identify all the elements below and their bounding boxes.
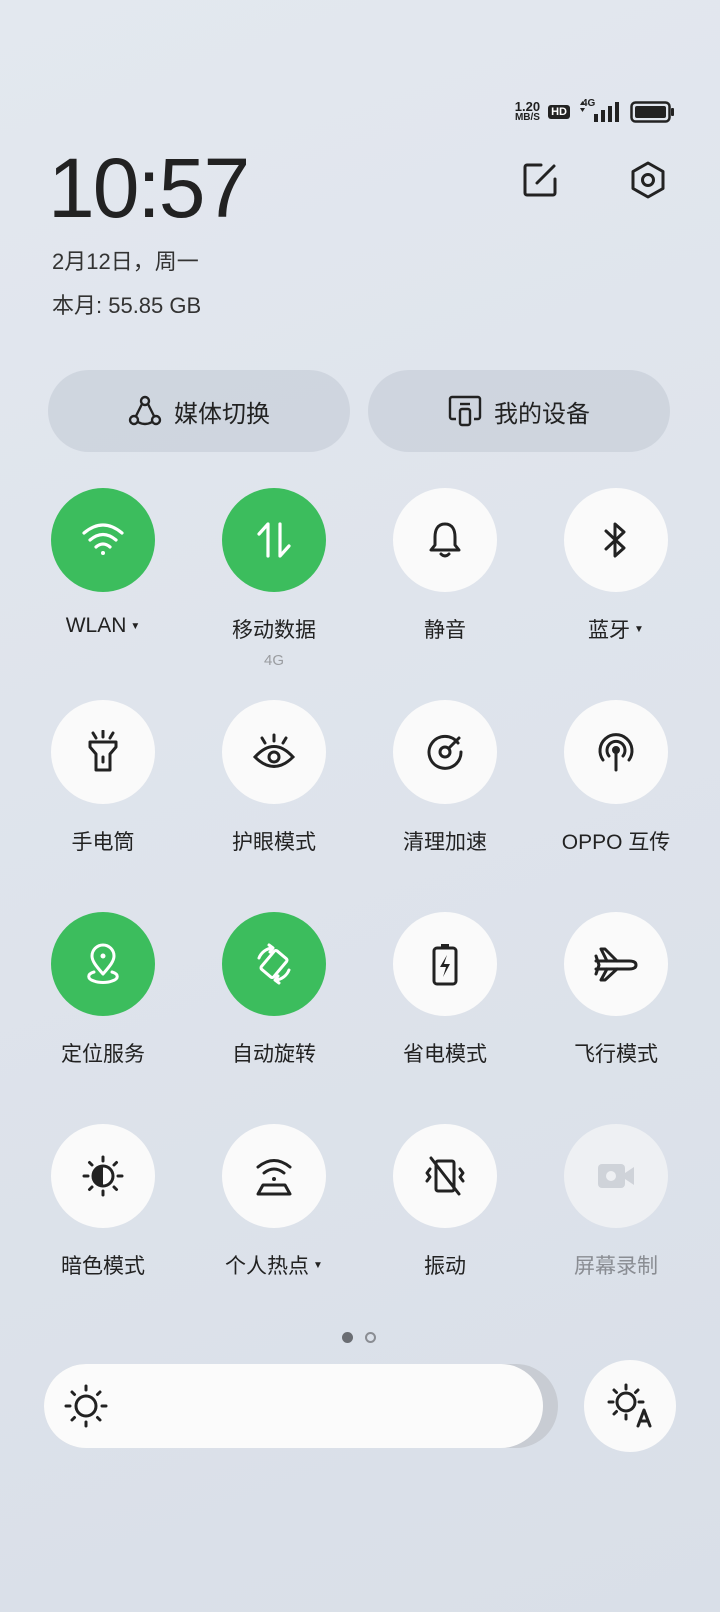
hotspot-icon: [256, 1159, 292, 1196]
tile-bluetooth-text: 蓝牙: [588, 619, 631, 642]
flashlight-icon: [88, 730, 118, 772]
clock: 10:57: [48, 141, 250, 235]
tile-clean-boost[interactable]: 清理加速: [365, 700, 525, 856]
tile-dark-mode-label: 暗色模式: [61, 1255, 145, 1278]
page-indicator: [342, 1332, 376, 1343]
tile-auto-rotate-toggle[interactable]: [222, 912, 326, 1016]
my-devices-icon: [448, 395, 482, 427]
tile-wlan-text: WLAN: [65, 614, 127, 637]
media-switch-button[interactable]: 媒体切换: [48, 370, 350, 452]
brightness-slider-fill[interactable]: [44, 1364, 543, 1448]
my-devices-button[interactable]: 我的设备: [368, 370, 670, 452]
tile-wlan-label: WLAN ▼: [66, 614, 141, 638]
share-icon: [598, 733, 634, 772]
eye-icon: [252, 733, 296, 768]
network-speed-unit: MB/S: [514, 112, 540, 123]
tile-screen-record: 屏幕录制: [536, 1124, 696, 1280]
tile-mobile-data-toggle[interactable]: [222, 488, 326, 592]
hd-badge: HD: [548, 105, 570, 119]
tile-battery-saver[interactable]: 省电模式: [365, 912, 525, 1068]
tile-bluetooth-toggle[interactable]: [564, 488, 668, 592]
tile-screen-record-toggle: [564, 1124, 668, 1228]
tile-dark-mode-toggle[interactable]: [51, 1124, 155, 1228]
tile-mobile-data-sublabel: 4G: [263, 652, 284, 669]
media-switch-label: 媒体切换: [174, 400, 270, 428]
dark-mode-icon: [82, 1155, 124, 1197]
tile-airplane[interactable]: 飞行模式: [536, 912, 696, 1068]
tile-bluetooth-label: 蓝牙 ▼: [588, 614, 644, 644]
bell-icon: [429, 522, 461, 558]
tile-bluetooth[interactable]: 蓝牙 ▼: [536, 488, 696, 644]
network-speed: 1.20 MB/S: [514, 99, 541, 123]
tile-silent[interactable]: 静音: [365, 488, 525, 644]
dropdown-caret-icon[interactable]: ▼: [634, 624, 644, 635]
edit-button[interactable]: [518, 158, 562, 202]
edit-icon: [523, 163, 557, 197]
airplane-icon: [594, 947, 638, 982]
tile-oppo-share-toggle[interactable]: [564, 700, 668, 804]
tile-eye-comfort[interactable]: 护眼模式: [194, 700, 354, 856]
tile-flashlight-label: 手电筒: [71, 831, 135, 854]
tile-location-label: 定位服务: [61, 1043, 145, 1066]
tile-mobile-data-label: 移动数据: [232, 619, 316, 642]
tile-vibrate-toggle[interactable]: [393, 1124, 497, 1228]
date: 2月12日，周一: [52, 249, 199, 274]
screen-record-icon: [598, 1164, 634, 1188]
location-icon: [87, 943, 119, 984]
mobile-data-icon: [257, 522, 291, 558]
tile-auto-rotate-label: 自动旋转: [232, 1043, 316, 1066]
settings-button[interactable]: [626, 158, 670, 202]
tile-wlan-toggle[interactable]: [51, 488, 155, 592]
gear-icon: [631, 161, 665, 199]
wifi-icon: [82, 523, 124, 555]
data-usage: 本月: 55.85 GB: [52, 293, 202, 318]
tile-flashlight-toggle[interactable]: [51, 700, 155, 804]
dropdown-caret-icon[interactable]: ▼: [313, 1260, 323, 1271]
rotate-icon: [257, 943, 291, 985]
tile-dark-mode[interactable]: 暗色模式: [23, 1124, 183, 1280]
signal-icon: 4G: [578, 98, 622, 124]
battery-saver-icon: [432, 944, 458, 986]
tile-wlan[interactable]: WLAN ▼: [23, 488, 183, 638]
tile-eye-comfort-toggle[interactable]: [222, 700, 326, 804]
tile-clean-boost-toggle[interactable]: [393, 700, 497, 804]
tile-airplane-label: 飞行模式: [574, 1043, 658, 1066]
dropdown-caret-icon[interactable]: ▼: [130, 621, 140, 632]
network-speed-value: 1.20: [514, 99, 541, 114]
tile-battery-saver-toggle[interactable]: [393, 912, 497, 1016]
tile-vibrate-label: 振动: [424, 1255, 466, 1278]
sun-icon: [64, 1384, 108, 1428]
tile-silent-toggle[interactable]: [393, 488, 497, 592]
tile-hotspot[interactable]: 个人热点 ▼: [194, 1124, 354, 1280]
tile-screen-record-label: 屏幕录制: [574, 1255, 658, 1278]
tile-location-toggle[interactable]: [51, 912, 155, 1016]
vibrate-icon: [425, 1156, 465, 1196]
tile-airplane-toggle[interactable]: [564, 912, 668, 1016]
tile-battery-saver-label: 省电模式: [403, 1043, 487, 1066]
page-dot-inactive[interactable]: [365, 1332, 376, 1343]
auto-brightness-icon: [607, 1383, 652, 1428]
my-devices-label: 我的设备: [494, 400, 590, 428]
clean-boost-icon: [427, 734, 463, 770]
battery-icon: [630, 101, 674, 123]
page-dot-active[interactable]: [342, 1332, 353, 1343]
status-bar: 1.20 MB/S HD 4G: [515, 98, 676, 126]
tile-vibrate[interactable]: 振动: [365, 1124, 525, 1280]
bluetooth-icon: [604, 522, 626, 558]
tile-oppo-share[interactable]: OPPO 互传: [536, 700, 696, 856]
tile-auto-rotate[interactable]: 自动旋转: [194, 912, 354, 1068]
tile-location[interactable]: 定位服务: [23, 912, 183, 1068]
auto-brightness-button[interactable]: [584, 1360, 676, 1452]
tile-mobile-data[interactable]: 移动数据 4G: [194, 488, 354, 669]
tile-hotspot-label: 个人热点 ▼: [225, 1250, 323, 1280]
tile-hotspot-text: 个人热点: [225, 1255, 310, 1278]
tile-oppo-share-label: OPPO 互传: [561, 831, 671, 854]
tile-flashlight[interactable]: 手电筒: [23, 700, 183, 856]
tile-clean-boost-label: 清理加速: [403, 831, 487, 854]
tile-hotspot-toggle[interactable]: [222, 1124, 326, 1228]
tile-silent-label: 静音: [424, 619, 466, 642]
tile-eye-comfort-label: 护眼模式: [232, 831, 316, 854]
media-switch-icon: [128, 395, 162, 426]
